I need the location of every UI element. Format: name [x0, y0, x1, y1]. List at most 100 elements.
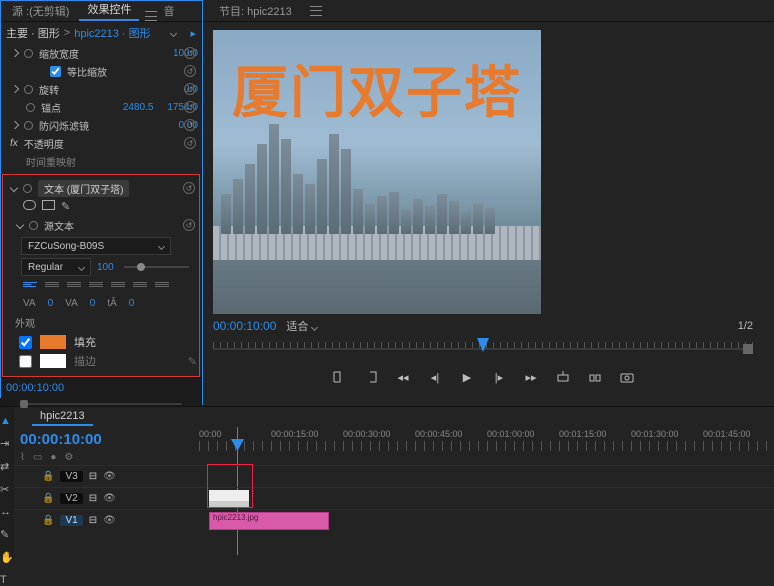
keyframe-stopwatch-icon[interactable] [26, 103, 35, 112]
stroke-enabled-checkbox[interactable] [19, 355, 32, 368]
kerning-value[interactable]: 0 [90, 298, 96, 309]
track-label[interactable]: V1 [60, 515, 82, 526]
program-panel-menu-icon[interactable] [310, 6, 322, 16]
eye-icon[interactable]: 👁 [103, 471, 116, 482]
tab-source[interactable]: 源 :(无剪辑) [4, 0, 77, 21]
keyframe-stopwatch-icon[interactable] [24, 85, 33, 94]
go-to-in-button[interactable]: ◂◂ [396, 370, 410, 384]
track-lane-v2[interactable] [199, 487, 774, 509]
reset-icon[interactable]: ↺ [183, 219, 195, 231]
font-size-slider[interactable] [124, 266, 189, 268]
hand-tool[interactable]: ✋ [0, 551, 14, 564]
lock-icon[interactable]: 🔒 [42, 471, 54, 482]
mask-pen-icon[interactable]: ✎ [61, 200, 70, 213]
step-forward-button[interactable]: |▸ [492, 370, 506, 384]
export-frame-button[interactable] [620, 370, 634, 384]
tab-audio-truncated[interactable]: 音 [159, 0, 182, 21]
track-toggle-icon[interactable]: ⊟ [89, 515, 97, 526]
stroke-eyedropper-icon[interactable]: ✎ [188, 355, 197, 368]
reset-icon[interactable]: ↺ [184, 47, 196, 59]
align-justify-last-right-icon[interactable] [133, 282, 147, 294]
twisty-icon[interactable] [11, 121, 19, 129]
align-justify-last-left-icon[interactable] [111, 282, 125, 294]
eye-icon[interactable]: 👁 [103, 515, 116, 526]
clip-graphic-link[interactable]: hpic2213 · 图形 [74, 25, 150, 41]
align-justify-all-icon[interactable] [155, 282, 169, 294]
keyframe-stopwatch-icon[interactable] [29, 221, 38, 230]
align-left-icon[interactable] [23, 282, 37, 294]
fill-color-swatch[interactable] [40, 335, 66, 349]
program-scrubber[interactable] [213, 338, 753, 364]
sequence-tab[interactable]: hpic2213 [32, 408, 93, 426]
program-viewport[interactable]: 厦门双子塔 [213, 30, 541, 314]
track-header-v3[interactable]: 🔒 V3 ⊟ 👁 [14, 465, 199, 487]
reset-icon[interactable]: ↺ [184, 83, 196, 95]
ripple-edit-tool[interactable]: ⇄ [0, 460, 14, 473]
stroke-color-swatch[interactable] [40, 354, 66, 368]
zoom-fit-dropdown[interactable]: 适合 [286, 318, 317, 334]
selection-tool[interactable]: ▲ [0, 415, 14, 427]
pen-tool[interactable]: ✎ [0, 528, 14, 541]
slip-tool[interactable]: ↔ [0, 506, 14, 518]
keyframe-stopwatch-icon[interactable] [23, 184, 32, 193]
marker-icon[interactable]: ● [50, 452, 56, 463]
track-select-tool[interactable]: ⇥ [0, 437, 14, 450]
program-timecode[interactable]: 00:00:10:00 [213, 319, 276, 333]
twisty-icon[interactable] [10, 184, 18, 192]
play-button[interactable]: ▶ [460, 370, 474, 384]
mask-ellipse-icon[interactable] [23, 200, 36, 210]
eye-icon[interactable]: 👁 [103, 493, 116, 504]
mark-in-button[interactable] [332, 370, 346, 384]
track-lane-v3[interactable] [199, 465, 774, 487]
tracking-value[interactable]: 0 [48, 298, 54, 309]
track-lane-v1[interactable]: hpic2213.jpg [199, 509, 774, 531]
align-justify-icon[interactable] [89, 282, 103, 294]
clip-dropdown-caret[interactable] [170, 29, 177, 36]
reset-icon[interactable]: ↺ [184, 137, 196, 149]
text-layer-item[interactable]: 文本 (厦门双子塔) [38, 180, 129, 197]
fx-badge-icon[interactable]: fx [10, 138, 18, 149]
keyframe-stopwatch-icon[interactable] [24, 49, 33, 58]
twisty-icon[interactable] [11, 49, 19, 57]
lock-icon[interactable]: 🔒 [42, 493, 54, 504]
reset-icon[interactable]: ↺ [184, 119, 196, 131]
effects-timecode[interactable]: 00:00:10:00 [0, 377, 202, 398]
linked-selection-icon[interactable]: ▭ [33, 452, 42, 463]
extract-button[interactable] [588, 370, 602, 384]
effects-mini-timeline[interactable] [0, 398, 202, 406]
track-toggle-icon[interactable]: ⊟ [89, 471, 97, 482]
font-family-dropdown[interactable]: FZCuSong-B09S [21, 237, 171, 255]
panel-menu-icon[interactable] [145, 11, 157, 21]
resolution-dropdown[interactable]: 1/2 [738, 320, 753, 332]
track-label[interactable]: V2 [60, 493, 82, 504]
reset-icon[interactable]: ↺ [183, 182, 195, 194]
go-to-out-button[interactable]: ▸▸ [524, 370, 538, 384]
type-tool[interactable]: T [0, 574, 14, 586]
track-toggle-icon[interactable]: ⊟ [89, 493, 97, 504]
track-label[interactable]: V3 [60, 471, 82, 482]
mark-out-button[interactable] [364, 370, 378, 384]
snap-icon[interactable]: ⌇ [20, 452, 25, 463]
mask-rect-icon[interactable] [42, 200, 55, 210]
leading-value[interactable]: 0 [129, 298, 135, 309]
reset-icon[interactable]: ↺ [184, 101, 196, 113]
twisty-icon[interactable] [16, 221, 24, 229]
track-header-v2[interactable]: 🔒 V2 ⊟ 👁 [14, 487, 199, 509]
track-header-v1[interactable]: 🔒V1⊟👁 [14, 509, 199, 531]
lift-button[interactable] [556, 370, 570, 384]
razor-tool[interactable]: ✂ [0, 483, 14, 496]
settings-icon[interactable]: ⚙ [64, 452, 73, 463]
align-right-icon[interactable] [67, 282, 81, 294]
timeline-timecode[interactable]: 00:00:10:00 [20, 431, 193, 448]
tab-effect-controls[interactable]: 效果控件 [79, 0, 139, 21]
twisty-icon[interactable] [11, 85, 19, 93]
font-weight-dropdown[interactable]: Regular [21, 258, 91, 276]
fill-enabled-checkbox[interactable] [19, 336, 32, 349]
reset-icon[interactable]: ↺ [184, 65, 196, 77]
anchor-x[interactable]: 2480.5 [123, 102, 154, 113]
align-center-icon[interactable] [45, 282, 59, 294]
timeline-ruler[interactable]: 00:0000:00:15:0000:00:30:0000:00:45:0000… [199, 427, 774, 465]
prop-opacity[interactable]: 不透明度 [24, 136, 64, 151]
uniform-scale-checkbox[interactable] [50, 66, 61, 77]
prop-timeremap[interactable]: 时间重映射 [26, 154, 76, 169]
